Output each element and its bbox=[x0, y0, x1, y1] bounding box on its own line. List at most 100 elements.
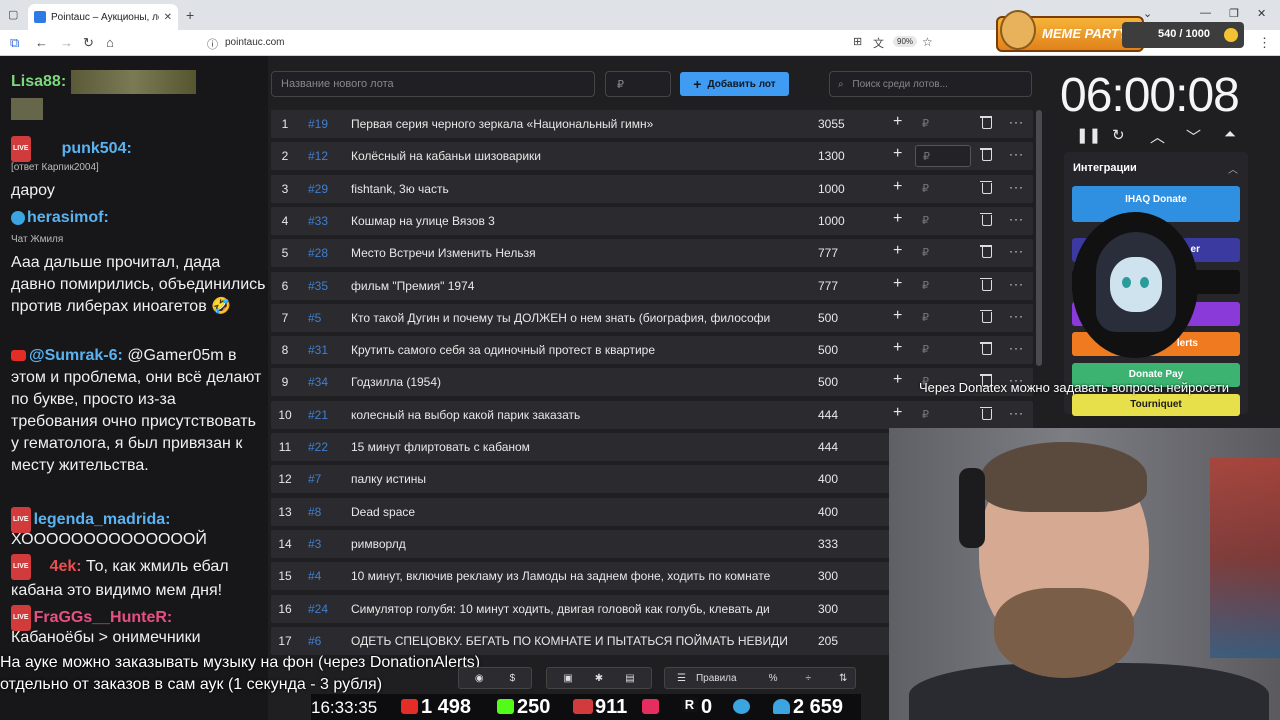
rules-button[interactable]: Правила bbox=[696, 673, 737, 684]
clear-icon[interactable]: ▤ bbox=[625, 673, 634, 684]
percent-button[interactable]: % bbox=[769, 673, 778, 684]
add-time-icon[interactable]: ︿ bbox=[1150, 126, 1165, 147]
delete-icon[interactable] bbox=[980, 277, 992, 291]
lot-name[interactable]: фильм "Премия" 1974 bbox=[351, 279, 791, 293]
add-amount-icon[interactable]: + bbox=[893, 275, 902, 293]
add-amount-icon[interactable]: + bbox=[893, 242, 902, 260]
close-window-icon[interactable]: ✕ bbox=[1257, 7, 1266, 20]
collapse-icon[interactable]: ︿ bbox=[1228, 161, 1238, 176]
lot-id[interactable]: #7 bbox=[308, 472, 321, 486]
new-lot-price-input[interactable]: ₽ bbox=[605, 71, 671, 97]
lot-add-amount-input[interactable]: ₽ bbox=[915, 404, 971, 426]
add-amount-icon[interactable]: + bbox=[893, 113, 902, 131]
translate-icon[interactable]: 文 bbox=[873, 35, 884, 51]
lot-add-amount-input[interactable]: ₽ bbox=[915, 145, 971, 168]
lot-name[interactable]: Место Встречи Изменить Нельзя bbox=[351, 246, 791, 260]
lot-name[interactable]: Колёсный на кабаньи шизоварики bbox=[351, 149, 791, 163]
lot-name[interactable]: Первая серия черного зеркала «Национальн… bbox=[351, 117, 791, 131]
lot-name[interactable]: колесный на выбор какой парик заказать bbox=[351, 408, 791, 422]
lot-row[interactable]: 1 #19 Первая серия черного зеркала «Национ… bbox=[271, 110, 1033, 138]
tab-actions-icon[interactable]: ▢ bbox=[8, 8, 18, 21]
delete-icon[interactable] bbox=[980, 341, 992, 356]
lot-id[interactable]: #31 bbox=[308, 343, 328, 357]
lot-name[interactable]: Симулятор голубя: 10 минут ходить, двига… bbox=[351, 602, 791, 616]
more-icon[interactable]: ··· bbox=[1009, 180, 1024, 194]
more-icon[interactable]: ··· bbox=[1009, 244, 1024, 258]
new-lot-name-input[interactable]: Название нового лота bbox=[271, 71, 595, 97]
add-amount-icon[interactable]: + bbox=[893, 339, 902, 357]
sort-icon[interactable]: ⇅ bbox=[839, 673, 847, 684]
lot-row[interactable]: 6 #35 фильм "Премия" 1974 777 + ₽ ··· bbox=[271, 271, 1033, 300]
lot-add-amount-input[interactable]: ₽ bbox=[915, 275, 971, 297]
add-amount-icon[interactable]: + bbox=[893, 371, 902, 389]
lot-id[interactable]: #28 bbox=[308, 246, 328, 260]
add-amount-icon[interactable]: + bbox=[893, 178, 902, 196]
lot-name[interactable]: Dead space bbox=[351, 505, 791, 519]
lot-row[interactable]: 2 #12 Колёсный на кабаньи шизоварики 1300 + ₽… bbox=[271, 142, 1033, 171]
more-icon[interactable]: ··· bbox=[1009, 277, 1024, 291]
pause-icon[interactable]: ❚❚ bbox=[1076, 126, 1101, 144]
delete-icon[interactable] bbox=[980, 244, 992, 259]
lot-name[interactable]: палку истины bbox=[351, 472, 791, 486]
more-icon[interactable]: ··· bbox=[1009, 212, 1024, 226]
lot-name[interactable]: Крутить самого себя за одиночный протест… bbox=[351, 343, 791, 357]
lot-row[interactable]: 10 #21 колесный на выбор какой парик заказ… bbox=[271, 400, 1033, 429]
lot-id[interactable]: #6 bbox=[308, 634, 321, 648]
bug-icon[interactable]: ✱ bbox=[595, 673, 603, 684]
lot-add-amount-input[interactable]: ₽ bbox=[915, 307, 971, 329]
github-icon[interactable]: ◉ bbox=[475, 673, 484, 684]
lot-id[interactable]: #22 bbox=[308, 440, 328, 454]
lot-id[interactable]: #19 bbox=[308, 117, 328, 131]
delete-icon[interactable] bbox=[980, 406, 992, 420]
lot-add-amount-input[interactable]: ₽ bbox=[915, 113, 971, 135]
lot-id[interactable]: #35 bbox=[308, 279, 328, 293]
integration-tourniquet[interactable]: Tourniquet bbox=[1072, 394, 1240, 416]
lot-id[interactable]: #4 bbox=[308, 569, 321, 583]
add-amount-icon[interactable]: + bbox=[893, 210, 902, 228]
add-amount-icon[interactable]: + bbox=[893, 307, 902, 325]
lot-id[interactable]: #3 bbox=[308, 537, 321, 551]
lot-id[interactable]: #29 bbox=[308, 182, 328, 196]
menu-icon[interactable]: ⋮ bbox=[1258, 35, 1271, 51]
workspaces-icon[interactable]: ⧉ bbox=[10, 35, 19, 51]
add-amount-icon[interactable]: + bbox=[893, 404, 902, 422]
subtract-time-icon[interactable]: ﹀ bbox=[1186, 126, 1201, 147]
site-info-icon[interactable]: ⓘ bbox=[207, 36, 218, 52]
close-tab-icon[interactable]: ✕ bbox=[164, 12, 172, 23]
delete-icon[interactable] bbox=[980, 309, 992, 323]
double-up-icon[interactable]: ⏶ bbox=[1224, 126, 1236, 143]
lot-add-amount-input[interactable]: ₽ bbox=[915, 210, 971, 232]
rules-icon[interactable]: ☰ bbox=[677, 673, 686, 684]
url-text[interactable]: pointauc.com bbox=[225, 37, 284, 48]
install-app-icon[interactable]: ⊞ bbox=[853, 35, 862, 48]
split-icon[interactable]: ÷ bbox=[805, 673, 811, 684]
add-amount-icon[interactable]: + bbox=[893, 145, 902, 163]
dollar-icon[interactable]: $ bbox=[510, 673, 516, 684]
more-icon[interactable]: ··· bbox=[1009, 147, 1024, 161]
lot-id[interactable]: #24 bbox=[308, 602, 328, 616]
bookmark-star-icon[interactable]: ☆ bbox=[922, 35, 933, 49]
lot-row[interactable]: 3 #29 fishtank, 3ю часть 1000 + ₽ ··· bbox=[271, 174, 1033, 203]
forward-icon[interactable]: → bbox=[60, 35, 73, 50]
lot-id[interactable]: #33 bbox=[308, 214, 328, 228]
lot-name[interactable]: fishtank, 3ю часть bbox=[351, 182, 791, 196]
lot-id[interactable]: #12 bbox=[308, 149, 328, 163]
lot-row[interactable]: 4 #33 Кошмар на улице Вязов 3 1000 + ₽ ··· bbox=[271, 206, 1033, 235]
reset-timer-icon[interactable]: ↻ bbox=[1112, 126, 1125, 144]
lot-row[interactable]: 5 #28 Место Встречи Изменить Нельзя 777 + ₽ ··… bbox=[271, 239, 1033, 268]
lot-name[interactable]: 10 минут, включив рекламу из Ламоды на з… bbox=[351, 569, 791, 583]
lot-add-amount-input[interactable]: ₽ bbox=[915, 178, 971, 200]
browser-tab[interactable]: Pointauc – Аукционы, лотереи ✕ bbox=[28, 4, 178, 30]
lot-id[interactable]: #5 bbox=[308, 311, 321, 325]
back-icon[interactable]: ← bbox=[35, 35, 48, 50]
lot-id[interactable]: #8 bbox=[308, 505, 321, 519]
lot-row[interactable]: 8 #31 Крутить самого себя за одиночный про… bbox=[271, 336, 1033, 365]
lots-scrollbar[interactable] bbox=[1036, 110, 1042, 366]
more-icon[interactable]: ··· bbox=[1009, 115, 1024, 129]
lot-name[interactable]: римворлд bbox=[351, 537, 791, 551]
delete-icon[interactable] bbox=[980, 115, 992, 129]
lot-name[interactable]: 15 минут флиртовать с кабаном bbox=[351, 440, 791, 454]
lot-search-input[interactable]: ⌕ Поиск среди лотов... bbox=[829, 71, 1032, 97]
save-icon[interactable]: ▣ bbox=[563, 673, 572, 684]
reload-icon[interactable]: ↻ bbox=[83, 35, 94, 51]
